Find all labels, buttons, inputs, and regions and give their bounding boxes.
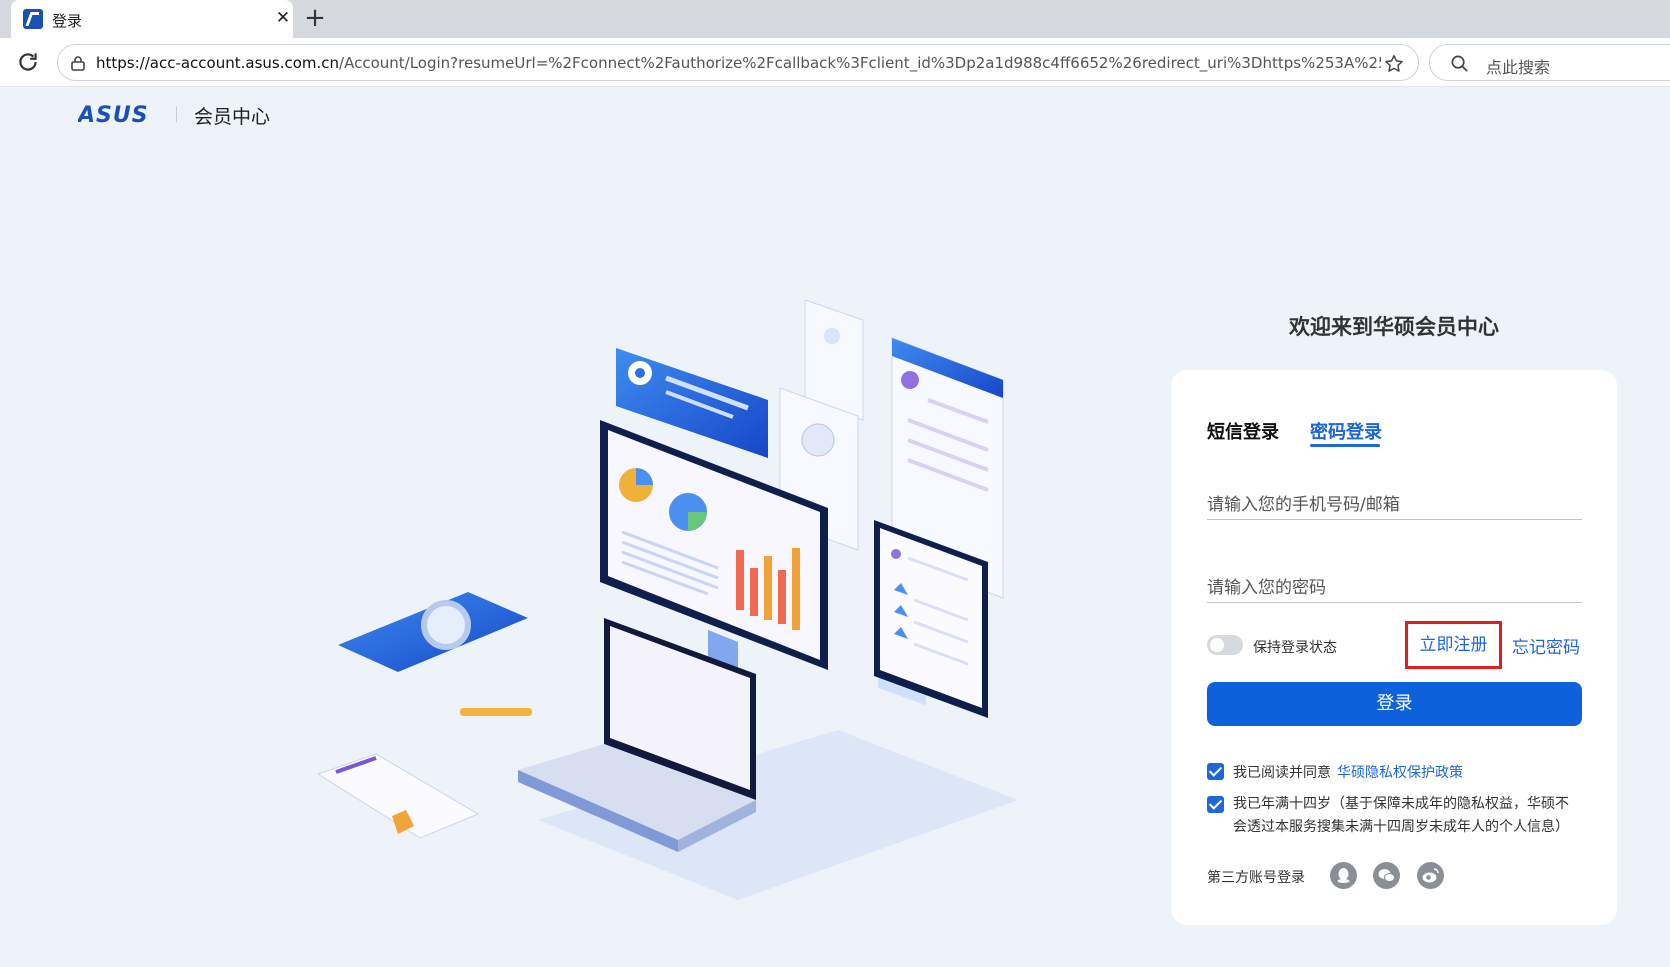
tab-sms-login[interactable]: 短信登录 xyxy=(1207,418,1279,444)
password-placeholder: 请输入您的密码 xyxy=(1207,578,1326,598)
privacy-agree-checkbox[interactable] xyxy=(1207,763,1224,780)
tab-strip: 登录 ✕ + xyxy=(0,0,1670,38)
close-tab-icon[interactable]: ✕ xyxy=(273,7,293,29)
account-input[interactable]: 请输入您的手机号码/邮箱 xyxy=(1207,484,1582,520)
svg-text:ASUS: ASUS xyxy=(78,103,149,126)
reload-icon[interactable] xyxy=(15,49,41,75)
pencil xyxy=(460,708,532,716)
url-text[interactable]: https://acc-account.asus.com.cn/Account/… xyxy=(96,54,1381,72)
page-title: 会员中心 xyxy=(194,106,271,128)
url-host: https://acc-account.asus.com.cn xyxy=(96,54,340,72)
login-button[interactable]: 登录 xyxy=(1207,682,1582,726)
paper-note xyxy=(318,753,480,839)
phone xyxy=(338,592,528,672)
register-link[interactable]: 立即注册 xyxy=(1405,621,1502,669)
browser-tab[interactable]: 登录 ✕ xyxy=(11,0,293,38)
agree-text: 我已阅读并同意 xyxy=(1233,765,1331,781)
wechat-icon[interactable] xyxy=(1373,862,1400,889)
header-divider xyxy=(176,106,177,122)
asus-logo[interactable]: ASUS xyxy=(78,102,160,126)
remember-label: 保持登录状态 xyxy=(1253,640,1337,656)
remember-toggle[interactable] xyxy=(1207,635,1243,655)
url-path: /Account/Login?resumeUrl=%2Fconnect%2Fau… xyxy=(339,54,1381,72)
age-confirm-checkbox[interactable] xyxy=(1207,796,1224,813)
address-bar[interactable]: https://acc-account.asus.com.cn/Account/… xyxy=(57,44,1419,81)
third-party-login-label: 第三方账号登录 xyxy=(1207,870,1305,886)
age-confirm-label: 我已年满十四岁（基于保障未成年的隐私权益，华硕不会透过本服务搜集未满十四周岁未成… xyxy=(1233,796,1569,835)
browser-toolbar: https://acc-account.asus.com.cn/Account/… xyxy=(0,38,1670,87)
new-tab-icon[interactable]: + xyxy=(303,3,327,33)
password-input[interactable]: 请输入您的密码 xyxy=(1207,567,1582,603)
tab-password-login[interactable]: 密码登录 xyxy=(1310,418,1382,444)
favorite-star-icon[interactable] xyxy=(1383,53,1405,75)
account-placeholder: 请输入您的手机号码/邮箱 xyxy=(1207,495,1400,515)
lock-icon[interactable] xyxy=(69,54,87,72)
active-tab-indicator xyxy=(1310,444,1380,447)
privacy-policy-link[interactable]: 华硕隐私权保护政策 xyxy=(1337,765,1463,781)
search-icon xyxy=(1451,55,1468,72)
forgot-password-link[interactable]: 忘记密码 xyxy=(1512,633,1580,658)
qq-icon[interactable] xyxy=(1330,862,1357,889)
search-placeholder: 点此搜索 xyxy=(1486,58,1551,77)
privacy-agree-label: 我已阅读并同意 华硕隐私权保护政策 xyxy=(1233,762,1463,782)
hero-illustration xyxy=(318,300,1018,900)
weibo-icon[interactable] xyxy=(1417,862,1444,889)
tab-title: 登录 xyxy=(52,12,83,30)
login-card: 短信登录 密码登录 请输入您的手机号码/邮箱 请输入您的密码 保持登录状态 立即… xyxy=(1171,370,1617,925)
browser-search-box[interactable]: 点此搜索 xyxy=(1429,44,1670,81)
asus-favicon-icon xyxy=(23,9,43,29)
welcome-heading: 欢迎来到华硕会员中心 xyxy=(1289,315,1499,339)
